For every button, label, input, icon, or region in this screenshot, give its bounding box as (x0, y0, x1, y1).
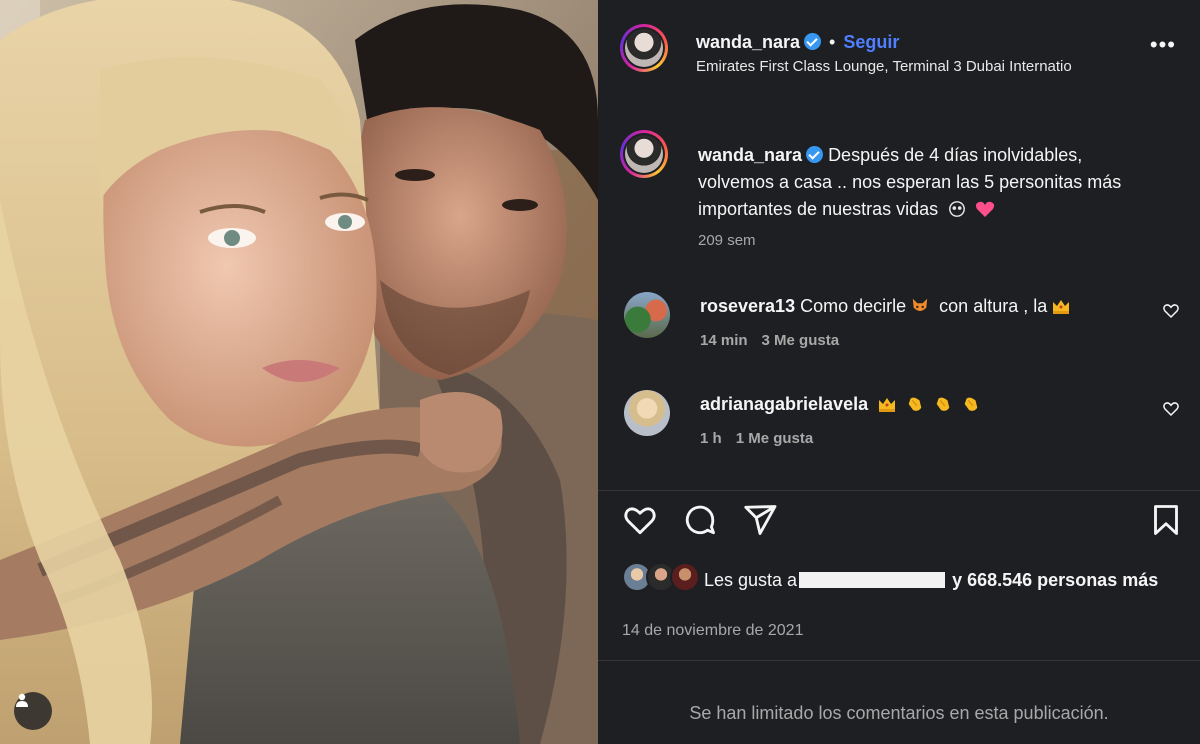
comment-icon[interactable] (682, 502, 718, 538)
crown-emoji-icon (879, 398, 896, 412)
commenter-avatar[interactable] (624, 390, 670, 436)
liker-avatars[interactable] (622, 562, 702, 592)
comment-likes[interactable]: 3 Me gusta (762, 332, 840, 349)
comment-text-line: rosevera13 Como decirle con altura , la (700, 296, 1075, 317)
pink-heart-emoji-icon (976, 201, 995, 217)
post-location[interactable]: Emirates First Class Lounge, Terminal 3 … (696, 58, 1134, 75)
comment-text-part1: Como decirle (800, 296, 907, 316)
commenter-username[interactable]: rosevera13 (700, 296, 795, 316)
comment-meta: 1 h 1 Me gusta (700, 430, 827, 447)
photo-illustration (0, 0, 598, 744)
tag-people-button[interactable] (14, 692, 52, 730)
author-avatar[interactable] (620, 24, 668, 72)
comment-time[interactable]: 1 h (700, 430, 722, 447)
commenter-avatar[interactable] (624, 292, 670, 338)
post-date[interactable]: 14 de noviembre de 2021 (622, 622, 803, 640)
comment-item: rosevera13 Como decirle con altura , la … (620, 292, 1180, 362)
follow-button[interactable]: Seguir (843, 32, 899, 52)
comment-meta: 14 min 3 Me gusta (700, 332, 853, 349)
header-user-line: wanda_nara • Seguir (696, 32, 899, 53)
caption-body: wanda_nara Después de 4 días inolvidable… (698, 142, 1158, 223)
separator-dot: • (829, 32, 836, 52)
fox-emoji-icon (912, 298, 928, 311)
post-header: wanda_nara • Seguir Emirates First Class L… (620, 20, 1180, 80)
comment-text-part2: con altura , la (939, 296, 1048, 316)
person-tag-icon (16, 693, 28, 707)
more-options-button[interactable]: ••• (1150, 34, 1176, 56)
caption-timestamp[interactable]: 209 sem (698, 232, 756, 249)
caption-username[interactable]: wanda_nara (698, 145, 802, 165)
comment-likes[interactable]: 1 Me gusta (736, 430, 814, 447)
crown-emoji-icon (1053, 300, 1070, 314)
comment-like-heart-icon[interactable] (1162, 302, 1180, 320)
likes-prefix: Les gusta a (704, 570, 798, 590)
comments-limited-notice: Se han limitado los comentarios en esta … (689, 703, 1109, 723)
clapping-hands-emoji-icon (936, 397, 950, 411)
author-username[interactable]: wanda_nara (696, 32, 800, 52)
action-bar (622, 500, 1182, 540)
post-side-panel: wanda_nara • Seguir Emirates First Class L… (598, 0, 1200, 744)
redacted-username (799, 572, 946, 588)
post-photo[interactable] (0, 0, 598, 744)
heart-icon[interactable] (622, 502, 658, 538)
verified-badge-icon (804, 33, 822, 50)
comment-text-line: adrianagabrielavela (700, 394, 985, 415)
pleading-face-emoji-icon (949, 201, 966, 217)
caption-author-avatar[interactable] (620, 130, 668, 178)
comment-item: adrianagabrielavela 1 h 1 Me gusta (620, 390, 1180, 460)
clapping-hands-emoji-icon (964, 397, 978, 411)
clapping-hands-emoji-icon (908, 397, 922, 411)
comment-like-heart-icon[interactable] (1162, 400, 1180, 418)
verified-badge-icon (806, 146, 824, 163)
likes-suffix: y 668.546 personas más (952, 570, 1159, 590)
bookmark-icon[interactable] (1148, 502, 1184, 538)
comment-time[interactable]: 14 min (700, 332, 748, 349)
commenter-username[interactable]: adrianagabrielavela (700, 394, 868, 414)
share-icon[interactable] (742, 502, 778, 538)
divider (598, 490, 1200, 491)
likes-count-text[interactable]: Les gusta a y 668.546 personas más (704, 566, 1164, 594)
divider (598, 660, 1200, 661)
